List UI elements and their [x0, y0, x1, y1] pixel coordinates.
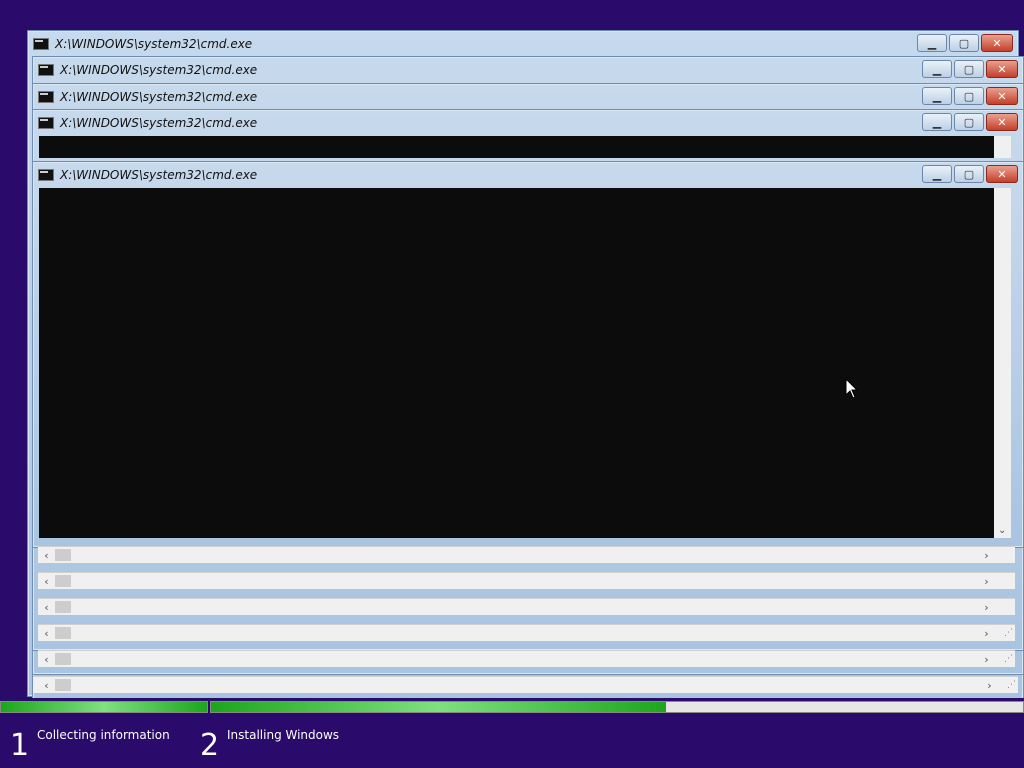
scroll-thumb[interactable]	[55, 549, 71, 561]
scroll-right-icon[interactable]: ›	[978, 651, 995, 667]
title-bar[interactable]: X:\WINDOWS\system32\cmd.exe ▁ ▢ ✕	[33, 84, 1023, 110]
step-1-number: 1	[10, 728, 30, 763]
horizontal-scrollbar[interactable]: ‹ ›	[38, 546, 1015, 563]
close-icon: ✕	[997, 89, 1007, 103]
scroll-thumb[interactable]	[55, 627, 71, 639]
scroll-left-icon[interactable]: ‹	[38, 677, 55, 693]
scroll-left-icon[interactable]: ‹	[38, 625, 55, 641]
maximize-button[interactable]: ▢	[954, 165, 984, 183]
resize-grip-icon[interactable]: ⋰	[1007, 680, 1016, 690]
minimize-icon: ▁	[927, 36, 937, 50]
maximize-icon: ▢	[963, 62, 975, 76]
maximize-button[interactable]: ▢	[949, 34, 979, 52]
scroll-right-icon[interactable]: ›	[978, 573, 995, 589]
close-button[interactable]: ✕	[986, 60, 1018, 78]
maximize-icon: ▢	[963, 167, 975, 181]
step-2-label: Installing Windows	[227, 728, 340, 742]
close-icon: ✕	[997, 62, 1007, 76]
mouse-cursor-icon	[845, 378, 859, 399]
scroll-down-icon[interactable]: ⌄	[998, 525, 1006, 536]
window-title: X:\WINDOWS\system32\cmd.exe	[60, 168, 258, 182]
title-bar[interactable]: X:\WINDOWS\system32\cmd.exe ▁ ▢ ✕	[28, 31, 1018, 57]
resize-grip-icon[interactable]: ⋰	[1004, 654, 1013, 664]
scroll-thumb[interactable]	[55, 601, 71, 613]
cmd-icon	[38, 117, 54, 129]
cmd-icon	[38, 64, 54, 76]
maximize-icon: ▢	[963, 89, 975, 103]
window-title: X:\WINDOWS\system32\cmd.exe	[55, 37, 253, 51]
scroll-left-icon[interactable]: ‹	[38, 547, 55, 563]
minimize-icon: ▁	[932, 89, 942, 103]
scroll-right-icon[interactable]: ›	[978, 625, 995, 641]
close-button[interactable]: ✕	[986, 87, 1018, 105]
scroll-right-icon[interactable]: ›	[981, 677, 998, 693]
step-1-label: Collecting information	[37, 728, 170, 742]
maximize-button[interactable]: ▢	[954, 113, 984, 131]
title-bar[interactable]: X:\WINDOWS\system32\cmd.exe ▁ ▢ ✕	[33, 110, 1023, 136]
scroll-right-icon[interactable]: ›	[978, 599, 995, 615]
cmd-icon	[38, 91, 54, 103]
progress-fill-step-1	[1, 702, 207, 712]
maximize-button[interactable]: ▢	[954, 60, 984, 78]
maximize-icon: ▢	[958, 36, 970, 50]
cmd-icon	[38, 169, 54, 181]
horizontal-scrollbar[interactable]: ‹ › ⋰	[38, 650, 1015, 667]
close-button[interactable]: ✕	[981, 34, 1013, 52]
scroll-right-icon[interactable]: ›	[978, 547, 995, 563]
scroll-thumb[interactable]	[55, 653, 71, 665]
vertical-scrollbar[interactable]	[994, 136, 1011, 158]
close-icon: ✕	[992, 36, 1002, 50]
minimize-icon: ▁	[932, 62, 942, 76]
close-icon: ✕	[997, 167, 1007, 181]
window-title: X:\WINDOWS\system32\cmd.exe	[60, 63, 258, 77]
vertical-scrollbar[interactable]: ⌄	[994, 188, 1011, 538]
progress-bar-step-2	[210, 701, 1024, 713]
resize-grip-icon[interactable]: ⋰	[1004, 628, 1013, 638]
scroll-thumb[interactable]	[55, 679, 71, 691]
maximize-icon: ▢	[963, 115, 975, 129]
minimize-button[interactable]: ▁	[922, 165, 952, 183]
window-title: X:\WINDOWS\system32\cmd.exe	[60, 90, 258, 104]
step-2-number: 2	[200, 728, 220, 763]
minimize-icon: ▁	[932, 115, 942, 129]
minimize-button[interactable]: ▁	[922, 60, 952, 78]
minimize-button[interactable]: ▁	[922, 113, 952, 131]
minimize-icon: ▁	[932, 167, 942, 181]
minimize-button[interactable]: ▁	[917, 34, 947, 52]
horizontal-scrollbar[interactable]: ‹ › ⋰	[33, 676, 1018, 693]
scroll-left-icon[interactable]: ‹	[38, 651, 55, 667]
scroll-thumb[interactable]	[55, 575, 71, 587]
title-bar[interactable]: X:\WINDOWS\system32\cmd.exe ▁ ▢ ✕	[33, 57, 1023, 83]
horizontal-scrollbar[interactable]: ‹ › ⋰	[38, 624, 1015, 641]
window-title: X:\WINDOWS\system32\cmd.exe	[60, 116, 258, 130]
close-button[interactable]: ✕	[986, 165, 1018, 183]
horizontal-scrollbar[interactable]: ‹ ›	[38, 572, 1015, 589]
cmd-window-4[interactable]: X:\WINDOWS\system32\cmd.exe ▁ ▢ ✕ ⌄	[32, 161, 1024, 548]
scroll-left-icon[interactable]: ‹	[38, 599, 55, 615]
console-area[interactable]	[39, 188, 994, 538]
progress-fill-step-2	[211, 702, 666, 712]
scroll-left-icon[interactable]: ‹	[38, 573, 55, 589]
maximize-button[interactable]: ▢	[954, 87, 984, 105]
horizontal-scrollbar[interactable]: ‹ ›	[38, 598, 1015, 615]
cmd-icon	[33, 38, 49, 50]
close-button[interactable]: ✕	[986, 113, 1018, 131]
close-icon: ✕	[997, 115, 1007, 129]
setup-status-bar: 1 Collecting information 2 Installing Wi…	[0, 698, 1024, 768]
progress-bar-step-1	[0, 701, 208, 713]
minimize-button[interactable]: ▁	[922, 87, 952, 105]
console-area[interactable]	[39, 136, 994, 158]
title-bar[interactable]: X:\WINDOWS\system32\cmd.exe ▁ ▢ ✕	[33, 162, 1023, 188]
